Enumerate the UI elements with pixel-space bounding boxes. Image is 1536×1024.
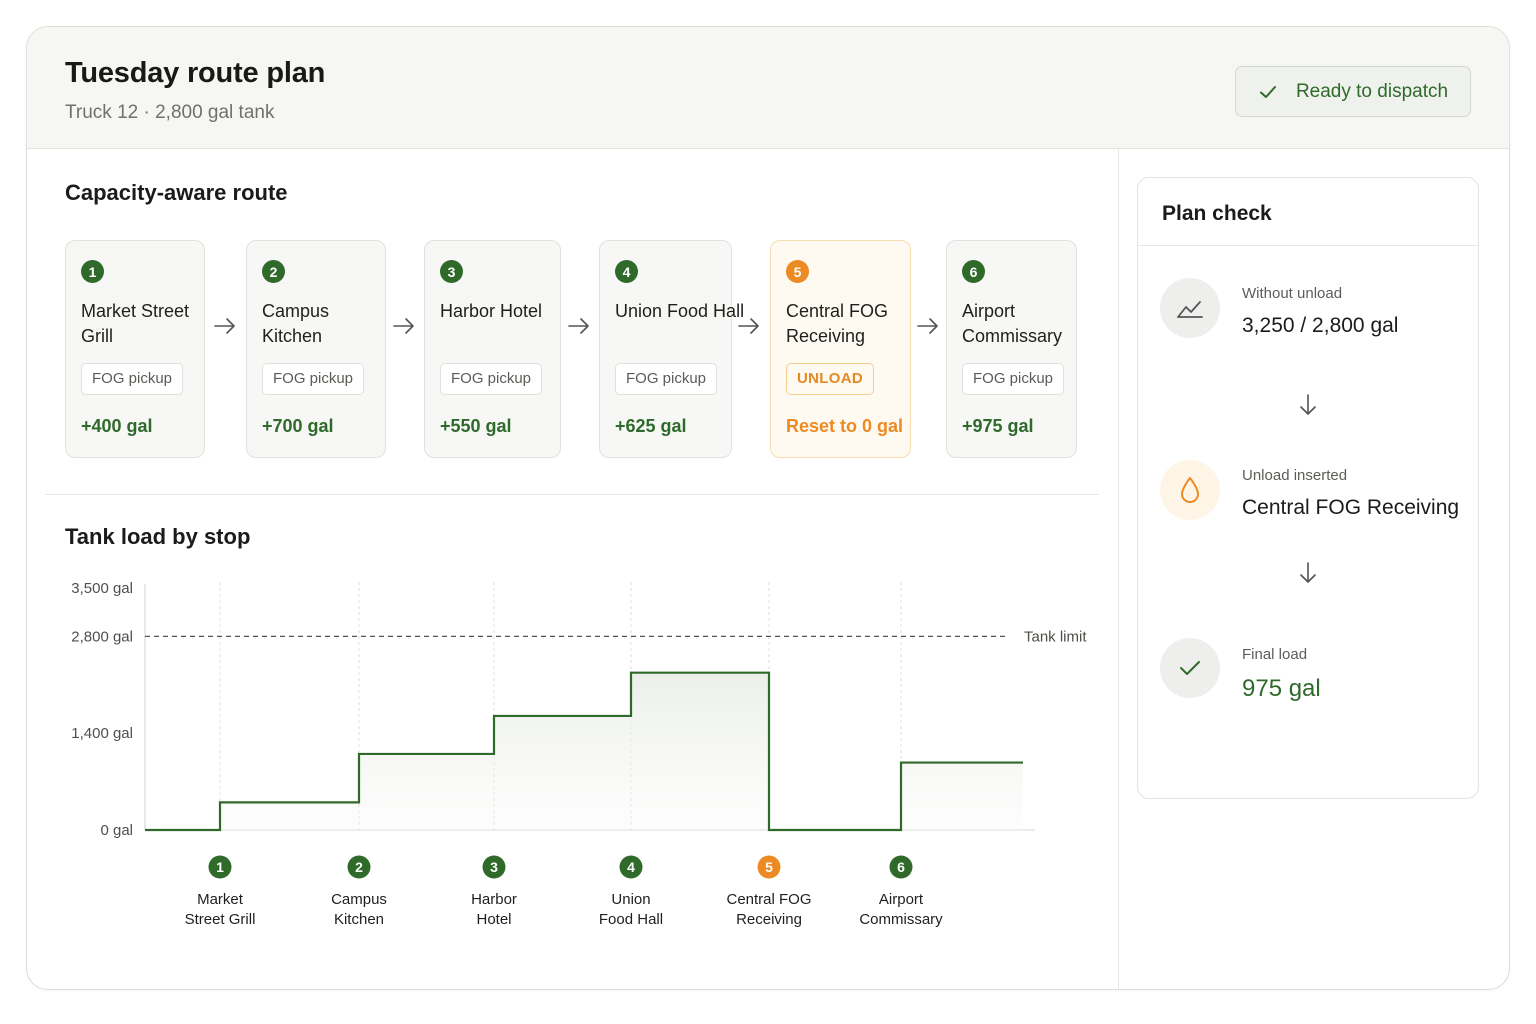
stop-badge-number: 3 bbox=[490, 859, 498, 875]
panel-divider bbox=[1118, 149, 1119, 989]
y-tick-label: 3,500 gal bbox=[71, 580, 133, 597]
unload-inserted-value: Central FOG Receiving bbox=[1242, 496, 1460, 519]
trend-up-icon bbox=[1160, 278, 1220, 338]
x-category-label: Airport Commissary bbox=[859, 891, 943, 928]
ready-to-dispatch-button[interactable]: Ready to dispatch bbox=[1235, 66, 1471, 117]
plan-check-title: Plan check bbox=[1162, 202, 1272, 225]
arrow-down-icon bbox=[1300, 394, 1316, 415]
arrow-down-icon bbox=[1300, 562, 1316, 583]
final-load-label: Final load bbox=[1242, 646, 1308, 663]
x-category-label: Harbor Hotel bbox=[471, 891, 517, 928]
stop-badge-number: 1 bbox=[216, 859, 224, 875]
unload-inserted-label: Unload inserted bbox=[1242, 467, 1348, 484]
route-plan-card: Tuesday route plan Truck 12 · 2,800 gal … bbox=[26, 26, 1510, 990]
drop-icon bbox=[1160, 460, 1220, 520]
y-tick-label: 2,800 gal bbox=[71, 628, 133, 645]
without-unload-label: Without unload bbox=[1242, 285, 1343, 302]
x-category-label: Campus Kitchen bbox=[331, 891, 387, 928]
dispatch-label: Ready to dispatch bbox=[1295, 80, 1449, 102]
load-area bbox=[145, 672, 1023, 830]
check-icon bbox=[1259, 85, 1276, 98]
stop-badge-number: 5 bbox=[765, 859, 773, 875]
x-category-label: Union Food Hall bbox=[599, 891, 663, 928]
final-load-value: 975 gal bbox=[1242, 675, 1321, 702]
x-category-label: Central FOG Receiving bbox=[726, 891, 811, 928]
stop-badge-number: 6 bbox=[897, 859, 905, 875]
stop-badge-number: 2 bbox=[355, 859, 363, 875]
plan-check-divider bbox=[1138, 245, 1478, 246]
without-unload-value: 3,250 / 2,800 gal bbox=[1242, 314, 1399, 337]
tank-limit-label: Tank limit bbox=[1024, 628, 1087, 645]
plan-check-panel: Plan check Without unload 3,250 / 2,800 … bbox=[1137, 177, 1479, 799]
y-tick-label: 1,400 gal bbox=[71, 725, 133, 742]
x-category-label: Market Street Grill bbox=[185, 891, 256, 928]
stop-badge-number: 4 bbox=[627, 859, 635, 875]
tank-load-chart: Tank limit 0 gal 1,400 gal 2,800 gal 3,500 … bbox=[71, 580, 1087, 928]
y-tick-label: 0 gal bbox=[100, 822, 133, 839]
check-icon bbox=[1160, 638, 1220, 698]
